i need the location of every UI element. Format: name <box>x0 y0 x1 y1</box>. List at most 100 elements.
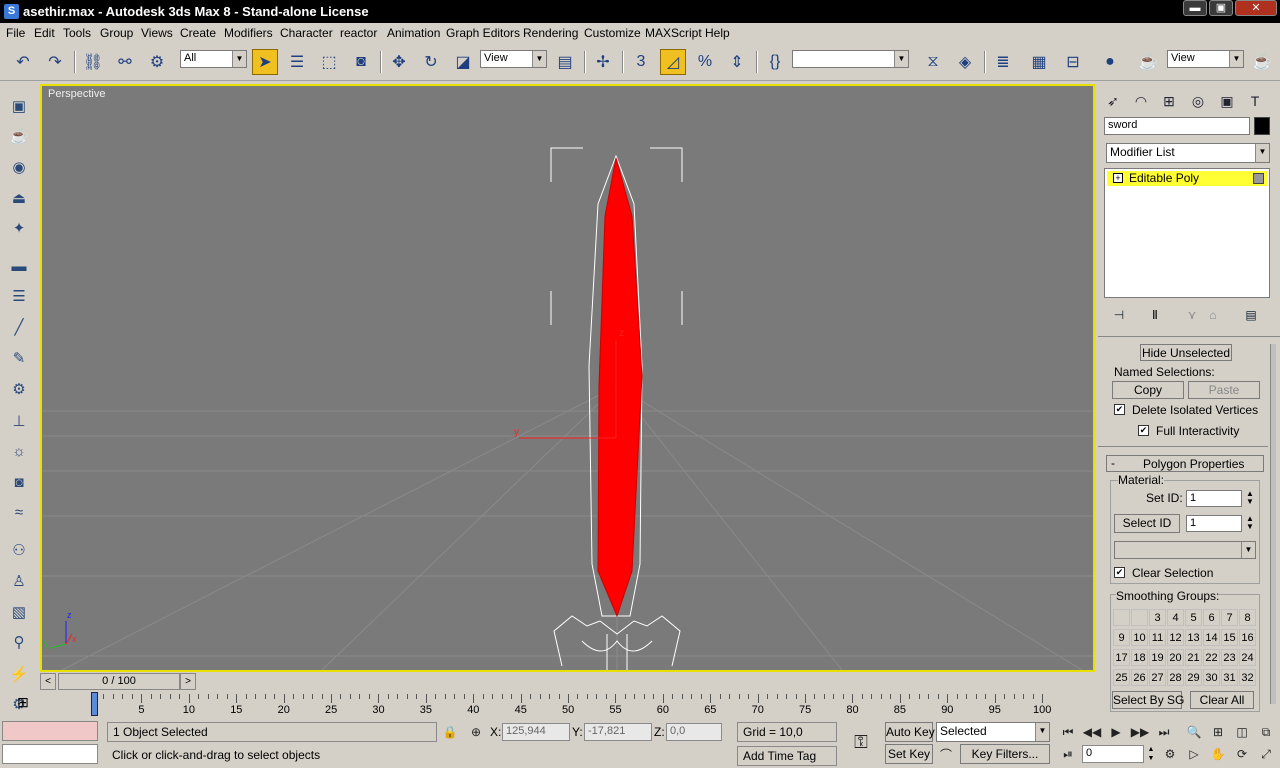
create-star-icon[interactable]: ✦ <box>6 216 32 240</box>
time-slider-thumb[interactable]: 0 / 100 <box>58 673 180 690</box>
go-to-start-icon[interactable]: ⏮ <box>1058 722 1078 742</box>
default-tangent-icon[interactable]: ⌒ <box>936 744 956 764</box>
lock-selection-icon[interactable]: 🔒 <box>440 722 460 742</box>
smoothing-group-button[interactable]: 24 <box>1239 649 1256 666</box>
create-box-icon[interactable]: ▣ <box>6 94 32 118</box>
zoom-extents-all-icon[interactable]: ⧉ <box>1256 722 1276 742</box>
modify-tab-icon[interactable]: ◠ <box>1128 88 1154 114</box>
clear-selection-checkbox[interactable]: ✔ <box>1114 567 1125 578</box>
menu-file[interactable]: File <box>6 26 25 40</box>
pin-stack-icon[interactable]: ⊣ <box>1110 306 1128 324</box>
smoothing-group-button[interactable]: 15 <box>1221 629 1238 646</box>
z-coordinate-field[interactable]: 0,0 <box>666 723 722 741</box>
clear-all-button[interactable]: Clear All <box>1190 691 1254 709</box>
current-frame-field[interactable]: 0 <box>1082 745 1144 763</box>
menu-character[interactable]: Character <box>280 26 333 40</box>
key-icon[interactable]: ⚿ <box>848 732 874 752</box>
create-line-icon[interactable]: ╱ <box>6 315 32 339</box>
create-camera-icon[interactable]: ◙ <box>6 470 32 494</box>
maxscript-input[interactable] <box>2 744 98 764</box>
full-interactivity-checkbox[interactable]: ✔ <box>1138 425 1149 436</box>
spinner-arrows-icon[interactable]: ▲ ▼ <box>1244 515 1256 532</box>
current-time-marker[interactable] <box>91 692 98 716</box>
copy-button[interactable]: Copy <box>1112 381 1184 399</box>
hierarchy-tab-icon[interactable]: ⊞ <box>1156 88 1182 114</box>
select-and-scale-icon[interactable]: ◪ <box>450 49 476 75</box>
menu-animation[interactable]: Animation <box>387 26 440 40</box>
select-id-spinner[interactable]: 1 <box>1186 515 1242 532</box>
time-slider-right-arrow-icon[interactable]: > <box>180 673 196 690</box>
maximize-button[interactable]: ▣ <box>1209 0 1233 16</box>
unlink-icon[interactable]: ⚯ <box>112 49 138 75</box>
select-and-manipulate-icon[interactable]: ✢ <box>590 49 616 75</box>
perspective-viewport[interactable]: Perspective y z z y x <box>40 84 1095 672</box>
menu-rendering[interactable]: Rendering <box>523 26 578 40</box>
smoothing-group-button[interactable]: 28 <box>1167 669 1184 686</box>
create-sphere-icon[interactable]: ◉ <box>6 155 32 179</box>
menu-graph-editors[interactable]: Graph Editors <box>446 26 520 40</box>
minimize-button[interactable]: ▬ <box>1183 0 1207 16</box>
motion-tab-icon[interactable]: ◎ <box>1185 88 1211 114</box>
smoothing-group-button[interactable]: 23 <box>1221 649 1238 666</box>
smoothing-group-button[interactable]: 29 <box>1185 669 1202 686</box>
space-warp-icon[interactable]: ≈ <box>6 500 32 524</box>
spinner-arrows-icon[interactable]: ▲ ▼ <box>1244 490 1256 507</box>
next-frame-icon[interactable]: ▶▶ <box>1130 722 1150 742</box>
smoothing-group-button[interactable]: 3 <box>1149 609 1166 626</box>
render-scene-icon[interactable]: ☕ <box>1135 49 1161 75</box>
smoothing-group-button[interactable]: 16 <box>1239 629 1256 646</box>
smoothing-group-button[interactable]: 9 <box>1113 629 1130 646</box>
object-name-field[interactable]: sword <box>1104 117 1250 135</box>
auto-key-button[interactable]: Auto Key <box>885 722 935 742</box>
set-id-spinner[interactable]: 1 <box>1186 490 1242 507</box>
cloth-icon[interactable]: ▧ <box>6 600 32 624</box>
smoothing-group-button[interactable]: 19 <box>1149 649 1166 666</box>
select-and-link-icon[interactable]: ⛓ <box>80 49 106 75</box>
select-and-rotate-icon[interactable]: ↻ <box>418 49 444 75</box>
pan-icon[interactable]: ✋ <box>1208 744 1228 764</box>
mirror-icon[interactable]: ⧖ <box>920 49 946 75</box>
menu-modifiers[interactable]: Modifiers <box>224 26 273 40</box>
render-view-dropdown[interactable]: View ▼ <box>1167 50 1244 68</box>
menu-create[interactable]: Create <box>180 26 216 40</box>
play-icon[interactable]: ▶ <box>1106 722 1126 742</box>
create-plane-icon[interactable]: ▬ <box>6 254 32 278</box>
schematic-view-icon[interactable]: ⊟ <box>1060 49 1086 75</box>
select-by-sg-button[interactable]: Select By SG <box>1112 691 1184 709</box>
smoothing-group-button[interactable]: 5 <box>1185 609 1202 626</box>
smoothing-group-button[interactable]: 7 <box>1221 609 1238 626</box>
previous-frame-icon[interactable]: ◀◀ <box>1082 722 1102 742</box>
time-slider-left-arrow-icon[interactable]: < <box>40 673 56 690</box>
modifier-list-dropdown[interactable]: Modifier List ▼ <box>1106 143 1270 163</box>
maxscript-listener-mini[interactable] <box>2 721 98 741</box>
angle-snap-icon[interactable]: ◿ <box>660 49 686 75</box>
layer-manager-icon[interactable]: ≣ <box>990 49 1016 75</box>
smoothing-group-button[interactable]: 10 <box>1131 629 1148 646</box>
window-crossing-icon[interactable]: ◙ <box>348 49 374 75</box>
snaps-toggle-icon[interactable]: 3 <box>628 49 654 75</box>
create-teapot-icon[interactable]: ☕ <box>6 124 32 148</box>
material-editor-icon[interactable]: ● <box>1097 49 1123 75</box>
smoothing-group-button[interactable]: 20 <box>1167 649 1184 666</box>
create-tab-icon[interactable]: ➶ <box>1100 88 1126 114</box>
redo-icon[interactable]: ↷ <box>42 49 68 75</box>
smoothing-group-button[interactable]: 21 <box>1185 649 1202 666</box>
spinner-arrows-icon[interactable]: ▲ ▼ <box>1146 745 1156 763</box>
smoothing-group-button[interactable]: 18 <box>1131 649 1148 666</box>
polygon-properties-rollout-header[interactable]: - Polygon Properties <box>1106 455 1264 472</box>
reactor-icon[interactable]: ⚡ <box>6 662 32 686</box>
menu-edit[interactable]: Edit <box>34 26 55 40</box>
go-to-end-icon[interactable]: ⏭ <box>1154 722 1174 742</box>
selection-filter-dropdown[interactable]: All ▼ <box>180 50 247 68</box>
delete-isolated-checkbox[interactable]: ✔ <box>1114 404 1125 415</box>
track-bar[interactable]: ⊞ 05101520253035404550556065707580859095… <box>17 690 1095 720</box>
x-coordinate-field[interactable]: 125,944 <box>502 723 570 741</box>
smoothing-group-button[interactable]: 22 <box>1203 649 1220 666</box>
menu-customize[interactable]: Customize <box>584 26 641 40</box>
create-cylinder-icon[interactable]: ☰ <box>6 284 32 308</box>
stack-toggle-icon[interactable] <box>1253 173 1264 184</box>
create-cone-icon[interactable]: ⏏ <box>6 186 32 210</box>
key-filters-button[interactable]: Key Filters... <box>960 744 1050 764</box>
reference-coordinate-dropdown[interactable]: View ▼ <box>480 50 547 68</box>
named-selection-dropdown[interactable]: ▼ <box>792 50 909 68</box>
